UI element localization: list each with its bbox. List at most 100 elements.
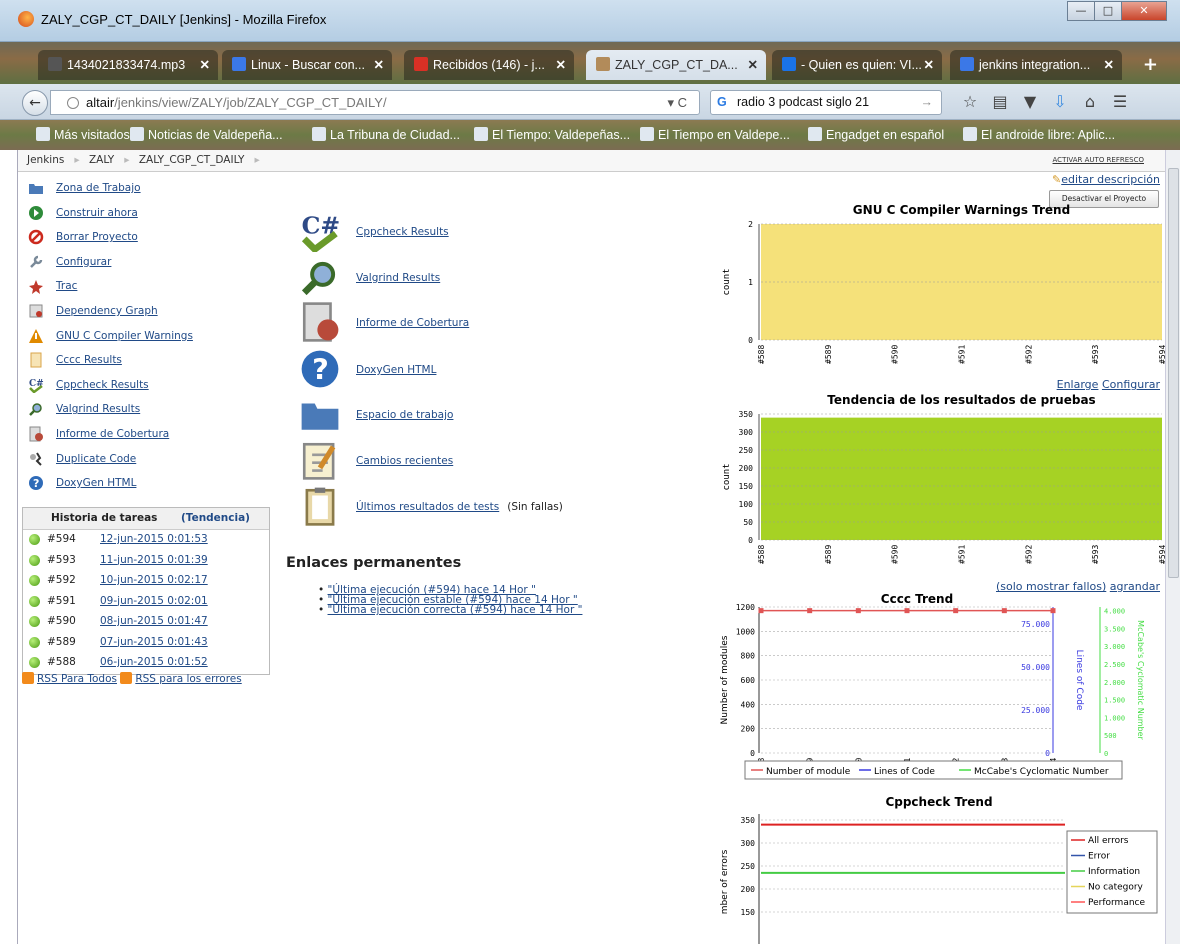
sidebar-item[interactable]: C# Cppcheck Results bbox=[26, 375, 276, 400]
sidebar-item-label[interactable]: DoxyGen HTML bbox=[56, 477, 136, 489]
x-tick-label: #594 bbox=[1158, 345, 1165, 364]
bookmark-item[interactable]: Más visitados bbox=[36, 127, 130, 142]
sidebar-item[interactable]: Trac bbox=[26, 276, 276, 301]
breadcrumb-zaly[interactable]: ZALY bbox=[89, 154, 114, 166]
enlarge-link[interactable]: Enlarge bbox=[1057, 378, 1099, 391]
trend-link[interactable]: (Tendencia) bbox=[181, 512, 250, 524]
pocket-icon[interactable]: ▼ bbox=[1015, 92, 1045, 111]
rss-all-link[interactable]: RSS Para Todos bbox=[37, 673, 117, 685]
vertical-scrollbar[interactable] bbox=[1165, 150, 1180, 944]
address-bar[interactable]: altair/jenkins/view/ZALY/job/ZALY_CGP_CT… bbox=[50, 90, 700, 115]
main-link-label[interactable]: Valgrind Results bbox=[356, 272, 440, 284]
sidebar-icon-wrap: C# bbox=[28, 377, 44, 394]
search-box[interactable]: G radio 3 podcast siglo 21 → bbox=[710, 90, 942, 115]
menu-icon[interactable]: ☰ bbox=[1105, 92, 1135, 111]
sidebar-item[interactable]: Duplicate Code bbox=[26, 449, 276, 474]
sidebar-item[interactable]: Informe de Cobertura bbox=[26, 424, 276, 449]
tab-close-icon[interactable]: ✕ bbox=[200, 57, 210, 72]
y-tick-label: 1 bbox=[748, 278, 753, 287]
bookmark-item[interactable]: El androide libre: Aplic... bbox=[963, 127, 1115, 142]
y-tick-label: 200 bbox=[741, 885, 756, 894]
tab-0[interactable]: 1434021833474.mp3 ✕ bbox=[38, 50, 218, 80]
sidebar-item[interactable]: Dependency Graph bbox=[26, 301, 276, 326]
tab-close-icon[interactable]: ✕ bbox=[924, 57, 934, 72]
breadcrumb-job[interactable]: ZALY_CGP_CT_DAILY bbox=[139, 154, 245, 166]
sidebar-item-label[interactable]: Zona de Trabajo bbox=[56, 182, 141, 194]
main-link-label[interactable]: Cambios recientes bbox=[356, 455, 453, 467]
sidebar-item[interactable]: ? DoxyGen HTML bbox=[26, 473, 276, 498]
tab-1[interactable]: Linux - Buscar con... ✕ bbox=[222, 50, 392, 80]
sidebar-icon-wrap bbox=[28, 278, 44, 295]
edit-description[interactable]: ✎editar descripción bbox=[1052, 173, 1160, 186]
tab-4[interactable]: - Quien es quien: VI... ✕ bbox=[772, 50, 942, 80]
build-date-link[interactable]: 12-jun-2015 0:01:53 bbox=[100, 533, 208, 545]
build-date-link[interactable]: 08-jun-2015 0:01:47 bbox=[100, 615, 208, 627]
sidebar-item-label[interactable]: Borrar Proyecto bbox=[56, 231, 138, 243]
sidebar-item-label[interactable]: Configurar bbox=[56, 256, 111, 268]
chart-title: Cppcheck Trend bbox=[885, 795, 992, 809]
tab-2[interactable]: Recibidos (146) - j... ✕ bbox=[404, 50, 574, 80]
download-icon[interactable]: ⇩ bbox=[1045, 92, 1075, 111]
reading-list-icon[interactable]: ▤ bbox=[985, 92, 1015, 111]
back-button[interactable]: ← bbox=[22, 90, 48, 116]
sidebar-item-label[interactable]: Dependency Graph bbox=[56, 305, 158, 317]
sidebar-icon-wrap bbox=[28, 180, 44, 196]
tab-close-icon[interactable]: ✕ bbox=[748, 57, 758, 72]
close-window-button[interactable]: ✕ bbox=[1121, 1, 1167, 21]
sidebar-item[interactable]: Valgrind Results bbox=[26, 399, 276, 424]
bookmark-star-icon[interactable]: ☆ bbox=[955, 92, 985, 111]
y-axis-label: Number of modules bbox=[720, 635, 730, 724]
y3-tick-label: 1.500 bbox=[1104, 697, 1125, 705]
tab-5[interactable]: jenkins integration... ✕ bbox=[950, 50, 1122, 80]
build-row: #594 12-jun-2015 0:01:53 bbox=[23, 530, 269, 551]
sidebar-item[interactable]: GNU C Compiler Warnings bbox=[26, 326, 276, 351]
breadcrumb-jenkins[interactable]: Jenkins bbox=[27, 154, 64, 166]
bookmark-item[interactable]: Noticias de Valdepeña... bbox=[130, 127, 283, 142]
sidebar-item[interactable]: Construir ahora bbox=[26, 203, 276, 228]
sidebar-item-label[interactable]: Trac bbox=[56, 280, 77, 292]
sidebar-item-label[interactable]: GNU C Compiler Warnings bbox=[56, 330, 193, 342]
bookmark-item[interactable]: Engadget en español bbox=[808, 127, 944, 142]
scrollbar-thumb[interactable] bbox=[1168, 168, 1179, 578]
home-icon[interactable]: ⌂ bbox=[1075, 92, 1105, 111]
search-go-icon[interactable]: → bbox=[921, 95, 934, 109]
sidebar-item[interactable]: Configurar bbox=[26, 252, 276, 277]
rss-errors-link[interactable]: RSS para los errores bbox=[135, 673, 241, 685]
main-link-label[interactable]: Espacio de trabajo bbox=[356, 409, 453, 421]
sidebar-item[interactable]: Borrar Proyecto bbox=[26, 227, 276, 252]
build-date-link[interactable]: 11-jun-2015 0:01:39 bbox=[100, 554, 208, 566]
sidebar-item[interactable]: Cccc Results bbox=[26, 350, 276, 375]
build-date-link[interactable]: 06-jun-2015 0:01:52 bbox=[100, 656, 208, 668]
bookmark-item[interactable]: El Tiempo en Valdepe... bbox=[640, 127, 790, 142]
bookmark-item[interactable]: El Tiempo: Valdepeñas... bbox=[474, 127, 630, 142]
tab-3[interactable]: ZALY_CGP_CT_DA... ✕ bbox=[586, 50, 766, 80]
main-link-label[interactable]: DoxyGen HTML bbox=[356, 364, 436, 376]
build-date-link[interactable]: 10-jun-2015 0:02:17 bbox=[100, 574, 208, 586]
only-failures-link[interactable]: (solo mostrar fallos) bbox=[996, 580, 1106, 593]
main-link-label[interactable]: Últimos resultados de tests bbox=[356, 501, 499, 513]
sidebar-item-label[interactable]: Cccc Results bbox=[56, 354, 122, 366]
reload-icon[interactable]: ▾ C bbox=[667, 95, 687, 111]
grow-link[interactable]: agrandar bbox=[1110, 580, 1160, 593]
sidebar-item-label[interactable]: Valgrind Results bbox=[56, 403, 140, 415]
sidebar-item-label[interactable]: Duplicate Code bbox=[56, 453, 136, 465]
main-link-label[interactable]: Cppcheck Results bbox=[356, 226, 449, 238]
build-date-link[interactable]: 07-jun-2015 0:01:43 bbox=[100, 636, 208, 648]
sidebar-item-label[interactable]: Construir ahora bbox=[56, 207, 138, 219]
sidebar-item-label[interactable]: Informe de Cobertura bbox=[56, 428, 169, 440]
edit-description-link[interactable]: editar descripción bbox=[1061, 173, 1160, 186]
sidebar-item-label[interactable]: Cppcheck Results bbox=[56, 379, 149, 391]
permalink-link[interactable]: "Última ejecución correcta (#594) hace 1… bbox=[328, 604, 583, 616]
tab-close-icon[interactable]: ✕ bbox=[556, 57, 566, 72]
tab-close-icon[interactable]: ✕ bbox=[374, 57, 384, 72]
tab-close-icon[interactable]: ✕ bbox=[1104, 57, 1114, 72]
minimize-button[interactable]: — bbox=[1067, 1, 1095, 21]
configure-link[interactable]: Configurar bbox=[1102, 378, 1160, 391]
build-date-link[interactable]: 09-jun-2015 0:02:01 bbox=[100, 595, 208, 607]
new-tab-button[interactable]: + bbox=[1143, 54, 1158, 75]
bookmark-item[interactable]: La Tribuna de Ciudad... bbox=[312, 127, 460, 142]
auto-refresh-link[interactable]: ACTIVAR AUTO REFRESCO bbox=[1053, 156, 1144, 164]
main-link-label[interactable]: Informe de Cobertura bbox=[356, 317, 469, 329]
sidebar-item[interactable]: Zona de Trabajo bbox=[26, 178, 276, 203]
maximize-button[interactable]: □ bbox=[1094, 1, 1122, 21]
